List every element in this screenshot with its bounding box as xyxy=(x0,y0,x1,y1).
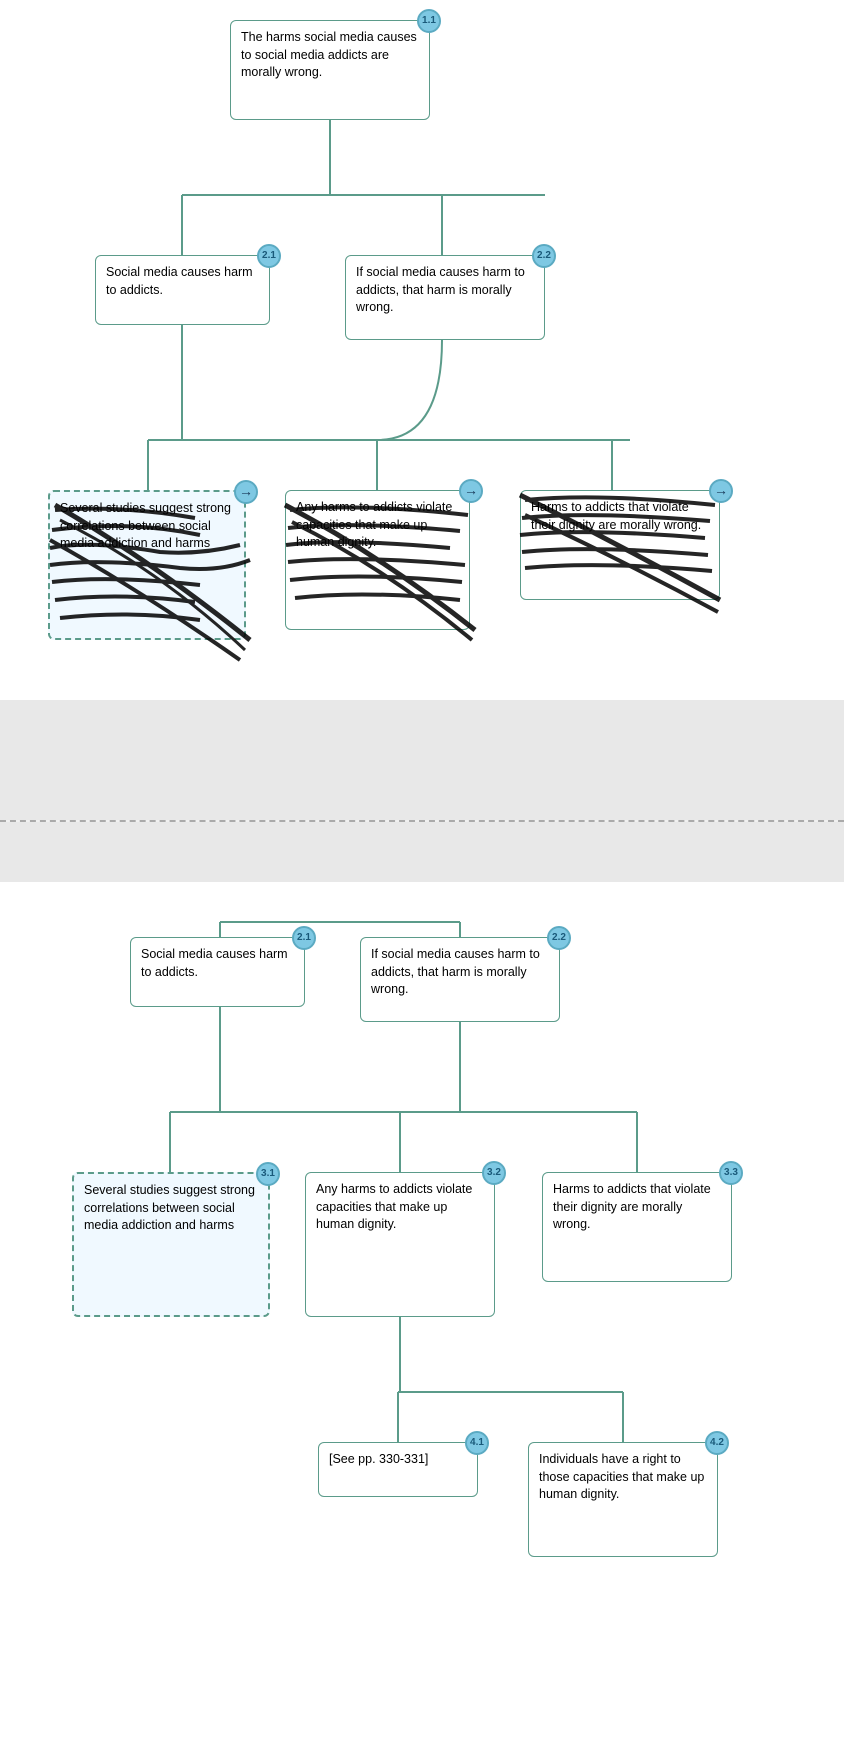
node-1-1[interactable]: 1.1 The harms social media causes to soc… xyxy=(230,20,430,120)
badge-s2-3-2: 3.2 xyxy=(482,1161,506,1185)
node-3-2-text: Any harms to addicts violate capacities … xyxy=(296,500,452,549)
badge-1-1: 1.1 xyxy=(417,9,441,33)
node-s2-4-2-text: Individuals have a right to those capaci… xyxy=(539,1452,704,1501)
badge-s2-2-2: 2.2 xyxy=(547,926,571,950)
node-1-1-text: The harms social media causes to social … xyxy=(241,30,417,79)
node-s2-2-1[interactable]: 2.1 Social media causes harm to addicts. xyxy=(130,937,305,1007)
node-3-1[interactable]: → Several studies suggest strong correla… xyxy=(48,490,246,640)
badge-s2-3-3: 3.3 xyxy=(719,1161,743,1185)
section-2: 2.1 Social media causes harm to addicts.… xyxy=(0,882,844,1752)
node-3-3[interactable]: → Harms to addicts that violate their di… xyxy=(520,490,720,600)
badge-s2-3-1: 3.1 xyxy=(256,1162,280,1186)
badge-3-1: → xyxy=(234,480,258,504)
node-s2-2-2-text: If social media causes harm to addicts, … xyxy=(371,947,540,996)
section-1: 1.1 The harms social media causes to soc… xyxy=(0,0,844,700)
badge-3-2: → xyxy=(459,479,483,503)
badge-s2-4-1: 4.1 xyxy=(465,1431,489,1455)
node-s2-3-1[interactable]: 3.1 Several studies suggest strong corre… xyxy=(72,1172,270,1317)
node-3-2[interactable]: → Any harms to addicts violate capacitie… xyxy=(285,490,470,630)
node-s2-4-1[interactable]: 4.1 [See pp. 330-331] xyxy=(318,1442,478,1497)
node-3-3-text: Harms to addicts that violate their dign… xyxy=(531,500,701,532)
node-s2-3-3[interactable]: 3.3 Harms to addicts that violate their … xyxy=(542,1172,732,1282)
node-2-2-text: If social media causes harm to addicts, … xyxy=(356,265,525,314)
node-s2-3-2-text: Any harms to addicts violate capacities … xyxy=(316,1182,472,1231)
node-2-2[interactable]: 2.2 If social media causes harm to addic… xyxy=(345,255,545,340)
node-s2-4-2[interactable]: 4.2 Individuals have a right to those ca… xyxy=(528,1442,718,1557)
badge-s2-2-1: 2.1 xyxy=(292,926,316,950)
section-gray-2 xyxy=(0,822,844,882)
node-s2-3-3-text: Harms to addicts that violate their dign… xyxy=(553,1182,711,1231)
node-s2-3-1-text: Several studies suggest strong correlati… xyxy=(84,1183,255,1232)
badge-3-3: → xyxy=(709,479,733,503)
node-s2-2-1-text: Social media causes harm to addicts. xyxy=(141,947,288,979)
node-s2-2-2[interactable]: 2.2 If social media causes harm to addic… xyxy=(360,937,560,1022)
section-gray-1 xyxy=(0,700,844,820)
node-s2-4-1-text: [See pp. 330-331] xyxy=(329,1452,428,1466)
node-2-1-text: Social media causes harm to addicts. xyxy=(106,265,253,297)
badge-2-2: 2.2 xyxy=(532,244,556,268)
badge-2-1: 2.1 xyxy=(257,244,281,268)
badge-s2-4-2: 4.2 xyxy=(705,1431,729,1455)
node-s2-3-2[interactable]: 3.2 Any harms to addicts violate capacit… xyxy=(305,1172,495,1317)
node-2-1[interactable]: 2.1 Social media causes harm to addicts. xyxy=(95,255,270,325)
node-3-1-text: Several studies suggest strong correlati… xyxy=(60,501,231,550)
